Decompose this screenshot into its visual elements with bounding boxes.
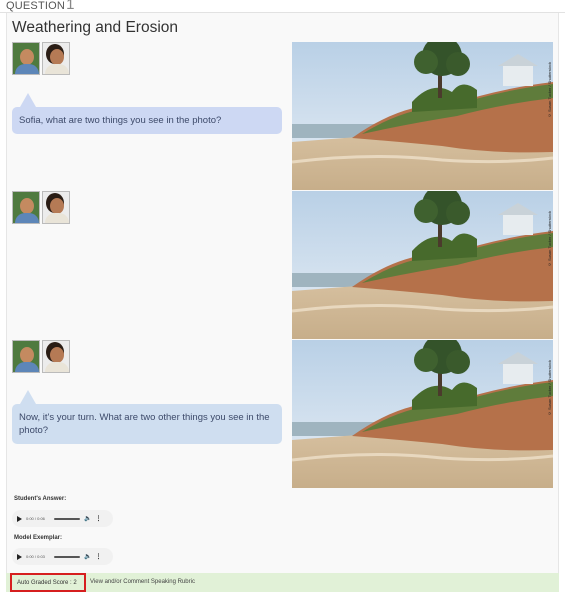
photo-credit: © Susan Tucker / Shutterstock — [547, 211, 552, 268]
bubble-text: Now, it's your turn. What are two other … — [19, 412, 270, 436]
beach-erosion-photo: © Susan Tucker / Shutterstock — [292, 42, 553, 190]
student-avatar — [42, 340, 70, 373]
beach-erosion-photo: © Susan Tucker / Shutterstock — [292, 340, 553, 488]
student-avatar — [42, 42, 70, 75]
speech-bubble: Now, it's your turn. What are two other … — [12, 390, 282, 444]
student-avatar — [42, 191, 70, 224]
auto-graded-score: Auto Graded Score : 2 — [10, 573, 86, 592]
audio-time: 0:00 / 0:06 — [26, 516, 45, 521]
volume-icon[interactable]: 🔈 — [84, 553, 91, 560]
audio-progress-track[interactable] — [54, 555, 80, 558]
student-answer-label: Student's Answer: — [14, 496, 67, 502]
audio-progress-track[interactable] — [54, 517, 80, 520]
page-title: Weathering and Erosion — [12, 19, 179, 36]
score-footer — [6, 573, 559, 592]
student-answer-audio-player[interactable]: 0:00 / 0:06 🔈 ⋮ — [12, 510, 113, 527]
audio-time: 0:00 / 0:03 — [26, 554, 45, 559]
model-exemplar-audio-player[interactable]: 0:00 / 0:03 🔈 ⋮ — [12, 548, 113, 565]
volume-icon[interactable]: 🔈 — [84, 515, 91, 522]
photo-credit: © Susan Tucker / Shutterstock — [547, 62, 552, 119]
photo-illustration — [292, 340, 553, 488]
question-number: 1 — [66, 0, 75, 13]
more-options-icon[interactable]: ⋮ — [95, 553, 101, 560]
speaker-avatars — [12, 42, 70, 75]
speaking-rubric-link[interactable]: View and/or Comment Speaking Rubric — [90, 579, 195, 585]
question-header: QUESTION1 — [6, 0, 75, 13]
beach-erosion-photo: © Susan Tucker / Shutterstock — [292, 191, 553, 339]
speaker-avatars — [12, 191, 70, 224]
teacher-avatar — [12, 191, 40, 224]
photo-illustration — [292, 191, 553, 339]
play-icon[interactable] — [17, 515, 22, 522]
model-exemplar-label: Model Exemplar: — [14, 535, 63, 541]
play-icon[interactable] — [17, 553, 22, 560]
question-label: QUESTION — [6, 0, 66, 12]
photo-illustration — [292, 42, 553, 190]
score-text: Auto Graded Score : 2 — [17, 579, 77, 586]
speaker-avatars — [12, 340, 70, 373]
teacher-avatar — [12, 42, 40, 75]
more-options-icon[interactable]: ⋮ — [95, 515, 101, 522]
photo-credit: © Susan Tucker / Shutterstock — [547, 360, 552, 417]
speech-bubble: Sofia, what are two things you see in th… — [12, 93, 282, 134]
teacher-avatar — [12, 340, 40, 373]
bubble-text: Sofia, what are two things you see in th… — [19, 115, 222, 126]
